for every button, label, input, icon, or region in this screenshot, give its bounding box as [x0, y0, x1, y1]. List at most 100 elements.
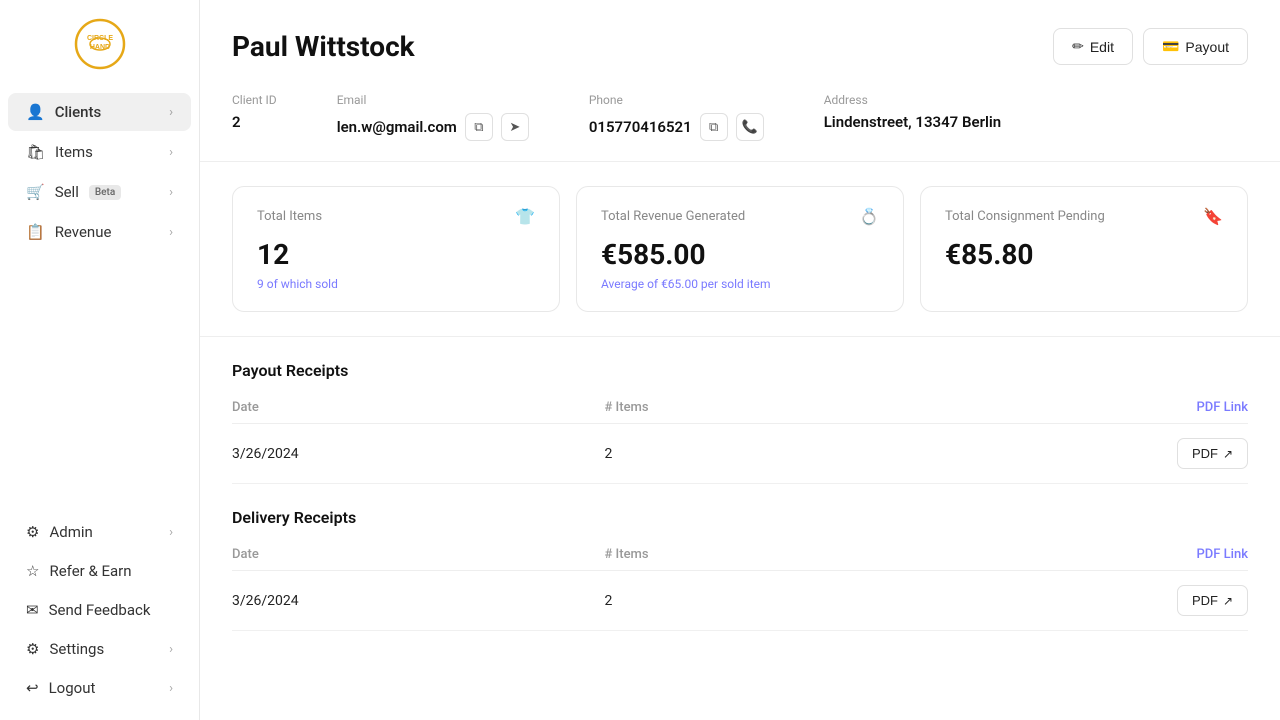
table-row: 3/26/2024 2 PDF ↗	[232, 571, 1248, 631]
pdf-label: PDF	[1192, 593, 1218, 608]
email-label: Email	[337, 93, 529, 107]
sidebar-item-admin[interactable]: ⚙ Admin ›	[8, 513, 191, 551]
ring-icon: 💍	[859, 207, 879, 226]
items-icon: 🛍	[26, 143, 45, 161]
payout-icon: 💳	[1162, 38, 1179, 55]
payout-button[interactable]: 💳 Payout	[1143, 28, 1248, 65]
delivery-receipts-title: Delivery Receipts	[232, 508, 1248, 527]
copy-email-button[interactable]: ⧉	[465, 113, 493, 141]
edit-button[interactable]: ✏ Edit	[1053, 28, 1133, 65]
external-link-icon: ↗	[1223, 594, 1233, 608]
sidebar: CIRCLE HAND 👤 Clients › 🛍 Items › 🛒 Sell…	[0, 0, 200, 720]
sidebar-item-feedback[interactable]: ✉ Send Feedback	[8, 591, 191, 629]
chevron-right-icon: ›	[169, 681, 173, 696]
send-icon: ➤	[509, 119, 520, 135]
clients-icon: 👤	[26, 103, 45, 121]
call-button[interactable]: 📞	[736, 113, 764, 141]
delivery-items-col: # Items	[604, 539, 850, 571]
send-email-button[interactable]: ➤	[501, 113, 529, 141]
chevron-right-icon: ›	[169, 642, 173, 657]
sidebar-item-label: Items	[55, 143, 93, 161]
total-consignment-value: €85.80	[945, 238, 1223, 271]
delivery-pdf-cell: PDF ↗	[851, 571, 1248, 631]
main-content: Paul Wittstock ✏ Edit 💳 Payout Client ID…	[200, 0, 1280, 720]
logo: CIRCLE HAND	[0, 0, 199, 88]
sidebar-item-label: Revenue	[55, 223, 112, 241]
refer-icon: ☆	[26, 562, 39, 580]
sidebar-item-settings[interactable]: ⚙ Settings ›	[8, 630, 191, 668]
admin-icon: ⚙	[26, 523, 39, 541]
payout-items-cell: 2	[604, 424, 850, 484]
edit-icon: ✏	[1072, 38, 1084, 55]
payout-pdf-cell: PDF ↗	[851, 424, 1248, 484]
page-header: Paul Wittstock ✏ Edit 💳 Payout	[200, 0, 1280, 83]
total-revenue-title: Total Revenue Generated	[601, 209, 745, 224]
chevron-right-icon: ›	[169, 225, 173, 240]
email-value: len.w@gmail.com	[337, 118, 457, 136]
sidebar-item-refer[interactable]: ☆ Refer & Earn	[8, 552, 191, 590]
sidebar-item-label: Send Feedback	[49, 601, 151, 619]
chevron-right-icon: ›	[169, 145, 173, 160]
sidebar-item-clients[interactable]: 👤 Clients ›	[8, 93, 191, 131]
client-id-value: 2	[232, 113, 277, 131]
payout-pdf-button[interactable]: PDF ↗	[1177, 438, 1248, 469]
total-revenue-card: Total Revenue Generated 💍 €585.00 Averag…	[576, 186, 904, 312]
delivery-pdf-button[interactable]: PDF ↗	[1177, 585, 1248, 616]
payout-pdf-col: PDF Link	[851, 392, 1248, 424]
phone-value: 015770416521	[589, 118, 692, 136]
delivery-pdf-col: PDF Link	[851, 539, 1248, 571]
stats-grid: Total Items 👕 12 9 of which sold Total R…	[232, 186, 1248, 312]
sidebar-item-label: Clients	[55, 103, 102, 121]
total-revenue-value: €585.00	[601, 238, 879, 271]
payout-items-col: # Items	[604, 392, 850, 424]
delivery-date-col: Date	[232, 539, 604, 571]
sidebar-item-sell[interactable]: 🛒 Sell Beta ›	[8, 173, 191, 211]
chevron-right-icon: ›	[169, 105, 173, 120]
total-consignment-title: Total Consignment Pending	[945, 209, 1105, 224]
feedback-icon: ✉	[26, 601, 39, 619]
copy-icon: ⧉	[709, 119, 718, 135]
client-id-field: Client ID 2	[232, 93, 277, 131]
tag-icon: 🔖	[1203, 207, 1223, 226]
total-revenue-sub: Average of €65.00 per sold item	[601, 277, 879, 291]
total-consignment-card: Total Consignment Pending 🔖 €85.80	[920, 186, 1248, 312]
settings-icon: ⚙	[26, 640, 39, 658]
external-link-icon: ↗	[1223, 447, 1233, 461]
payout-receipts-table: Date # Items PDF Link 3/26/2024 2 PDF ↗	[232, 392, 1248, 484]
total-items-value: 12	[257, 238, 535, 271]
email-field: Email len.w@gmail.com ⧉ ➤	[337, 93, 529, 141]
pdf-label: PDF	[1192, 446, 1218, 461]
total-items-title: Total Items	[257, 209, 322, 224]
sidebar-nav: 👤 Clients › 🛍 Items › 🛒 Sell Beta › 📋 R	[0, 88, 199, 720]
copy-icon: ⧉	[474, 119, 483, 135]
total-items-card: Total Items 👕 12 9 of which sold	[232, 186, 560, 312]
phone-field: Phone 015770416521 ⧉ 📞	[589, 93, 764, 141]
sidebar-item-label: Logout	[49, 679, 96, 697]
payout-receipts-title: Payout Receipts	[232, 361, 1248, 380]
delivery-receipts-section: Delivery Receipts Date # Items PDF Link …	[200, 484, 1280, 631]
stats-section: Total Items 👕 12 9 of which sold Total R…	[200, 162, 1280, 337]
delivery-receipts-table: Date # Items PDF Link 3/26/2024 2 PDF ↗	[232, 539, 1248, 631]
delivery-items-cell: 2	[604, 571, 850, 631]
tshirt-icon: 👕	[515, 207, 535, 226]
address-label: Address	[824, 93, 1001, 107]
edit-label: Edit	[1090, 39, 1114, 55]
client-id-label: Client ID	[232, 93, 277, 107]
address-field: Address Lindenstreet, 13347 Berlin	[824, 93, 1001, 131]
total-items-sub: 9 of which sold	[257, 277, 535, 291]
copy-phone-button[interactable]: ⧉	[700, 113, 728, 141]
delivery-date-cell: 3/26/2024	[232, 571, 604, 631]
phone-icon: 📞	[742, 119, 758, 135]
payout-label: Payout	[1185, 39, 1229, 55]
sidebar-item-label: Sell	[55, 183, 79, 201]
table-row: 3/26/2024 2 PDF ↗	[232, 424, 1248, 484]
sell-icon: 🛒	[26, 183, 45, 201]
sidebar-item-logout[interactable]: ↩ Logout ›	[8, 669, 191, 707]
sidebar-item-label: Admin	[49, 523, 92, 541]
client-info: Client ID 2 Email len.w@gmail.com ⧉ ➤ Ph…	[200, 83, 1280, 162]
sidebar-item-revenue[interactable]: 📋 Revenue ›	[8, 213, 191, 251]
beta-badge: Beta	[89, 185, 121, 200]
sidebar-item-label: Settings	[49, 640, 104, 658]
sidebar-item-items[interactable]: 🛍 Items ›	[8, 133, 191, 171]
logout-icon: ↩	[26, 679, 39, 697]
